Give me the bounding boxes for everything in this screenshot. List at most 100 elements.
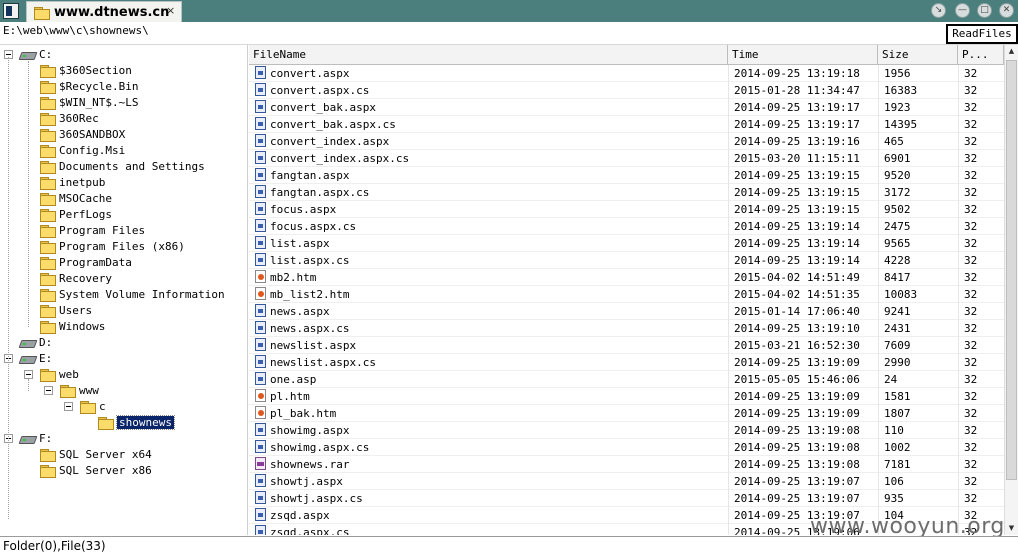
tree-folder[interactable]: PerfLogs [0, 207, 247, 223]
column-separator [728, 65, 729, 82]
read-files-button[interactable]: ReadFiles [946, 24, 1018, 44]
tree-folder[interactable]: System Volume Information [0, 287, 247, 303]
file-name: convert_index.aspx [270, 135, 390, 148]
tree-drive-c[interactable]: C: [0, 47, 247, 63]
folder-icon [40, 241, 56, 254]
collapse-icon[interactable] [24, 370, 33, 379]
file-row[interactable]: convert_bak.aspx.cs 2014-09-25 13:19:17 14… [249, 116, 1004, 133]
column-header-p[interactable]: P... [958, 45, 1004, 64]
file-row[interactable]: pl_bak.htm 2014-09-25 13:19:09 1807 32 [249, 405, 1004, 422]
column-separator [878, 405, 879, 422]
file-row[interactable]: showimg.aspx 2014-09-25 13:19:08 110 32 [249, 422, 1004, 439]
file-row[interactable]: newslist.aspx 2015-03-21 16:52:30 7609 32 [249, 337, 1004, 354]
tree-folder[interactable]: Windows [0, 319, 247, 335]
file-row[interactable]: convert_index.aspx 2014-09-25 13:19:16 465… [249, 133, 1004, 150]
file-size: 106 [884, 475, 904, 488]
drive-icon [20, 338, 36, 348]
column-header-size[interactable]: Size [878, 45, 958, 64]
tree-folder[interactable]: $WIN_NT$.~LS [0, 95, 247, 111]
column-separator [728, 116, 729, 133]
aspx-icon [255, 219, 266, 232]
file-row[interactable]: showtj.aspx.cs 2014-09-25 13:19:07 935 32 [249, 490, 1004, 507]
column-separator [878, 473, 879, 490]
tree-folder[interactable]: Config.Msi [0, 143, 247, 159]
file-time: 2014-09-25 13:19:09 [734, 407, 860, 420]
file-permission: 32 [964, 492, 978, 505]
tree-folder[interactable]: Program Files (x86) [0, 239, 247, 255]
file-row[interactable]: fangtan.aspx 2014-09-25 13:19:15 9520 32 [249, 167, 1004, 184]
file-row[interactable]: focus.aspx 2014-09-25 13:19:15 9502 32 [249, 201, 1004, 218]
file-row[interactable]: pl.htm 2014-09-25 13:19:09 1581 32 [249, 388, 1004, 405]
tree-folder[interactable]: inetpub [0, 175, 247, 191]
file-row[interactable]: newslist.aspx.cs 2014-09-25 13:19:09 2990 3… [249, 354, 1004, 371]
folder-icon [40, 145, 56, 158]
tree-folder[interactable]: ProgramData [0, 255, 247, 271]
scroll-up-icon[interactable]: ▲ [1005, 45, 1018, 58]
file-row[interactable]: news.aspx 2015-01-14 17:06:40 9241 32 [249, 303, 1004, 320]
collapse-icon[interactable] [44, 386, 53, 395]
file-time: 2014-09-25 13:19:09 [734, 390, 860, 403]
file-permission: 32 [964, 220, 978, 233]
app-menu-icon[interactable] [3, 3, 19, 19]
column-header-time[interactable]: Time [728, 45, 878, 64]
tree-folder[interactable]: Program Files [0, 223, 247, 239]
file-row[interactable]: shownews.rar 2014-09-25 13:19:08 7181 32 [249, 456, 1004, 473]
file-row[interactable]: fangtan.aspx.cs 2014-09-25 13:19:15 3172 32 [249, 184, 1004, 201]
file-row[interactable]: list.aspx.cs 2014-09-25 13:19:14 4228 32 [249, 252, 1004, 269]
tree-folder[interactable]: Recovery [0, 271, 247, 287]
tree-drive-e[interactable]: E: [0, 351, 247, 367]
file-row[interactable]: convert.aspx.cs 2015-01-28 11:34:47 16383 3… [249, 82, 1004, 99]
maximize-button[interactable]: □ [977, 3, 992, 18]
file-row[interactable]: mb_list2.htm 2015-04-02 14:51:35 10083 32 [249, 286, 1004, 303]
tree-item-label: E: [39, 352, 53, 365]
tree-folder[interactable]: $360Section [0, 63, 247, 79]
file-row[interactable]: news.aspx.cs 2014-09-25 13:19:10 2431 32 [249, 320, 1004, 337]
tree-folder[interactable]: MSOCache [0, 191, 247, 207]
file-row[interactable]: showtj.aspx 2014-09-25 13:19:07 106 32 [249, 473, 1004, 490]
collapse-icon[interactable] [64, 402, 73, 411]
tree-drive-f[interactable]: F: [0, 431, 247, 447]
minimize-button[interactable]: — [955, 3, 970, 18]
column-separator [878, 337, 879, 354]
file-row[interactable]: showimg.aspx.cs 2014-09-25 13:19:08 1002 32 [249, 439, 1004, 456]
file-row[interactable]: convert_bak.aspx 2014-09-25 13:19:17 1923 3… [249, 99, 1004, 116]
browser-tab[interactable]: www.dtnews.cn × [26, 1, 182, 22]
tree-folder[interactable]: Documents and Settings [0, 159, 247, 175]
scroll-thumb[interactable] [1006, 60, 1017, 480]
file-permission: 32 [964, 169, 978, 182]
tree-folder[interactable]: Users [0, 303, 247, 319]
tree-folder[interactable]: 360SANDBOX [0, 127, 247, 143]
file-row[interactable]: focus.aspx.cs 2014-09-25 13:19:14 2475 32 [249, 218, 1004, 235]
tree-item-label: SQL Server x64 [59, 448, 152, 461]
tree-folder-web[interactable]: web [0, 367, 247, 383]
tree-folder-c[interactable]: c [0, 399, 247, 415]
close-button[interactable]: ✕ [999, 3, 1014, 18]
tab-close-button[interactable]: × [166, 4, 175, 17]
tree-folder[interactable]: $Recycle.Bin [0, 79, 247, 95]
column-separator [878, 422, 879, 439]
file-row[interactable]: mb2.htm 2015-04-02 14:51:49 8417 32 [249, 269, 1004, 286]
file-permission: 32 [964, 390, 978, 403]
scroll-down-icon[interactable]: ▼ [1005, 522, 1018, 535]
tree-folder-shownews[interactable]: shownews [0, 415, 247, 431]
aspx-icon [255, 304, 266, 317]
column-separator [728, 337, 729, 354]
file-row[interactable]: one.asp 2015-05-05 15:46:06 24 32 [249, 371, 1004, 388]
path-input[interactable]: E:\web\www\c\shownews\ [3, 24, 149, 37]
file-name: convert_index.aspx.cs [270, 152, 410, 165]
tree-folder[interactable]: 360Rec [0, 111, 247, 127]
tree-folder[interactable]: SQL Server x86 [0, 463, 247, 479]
file-row[interactable]: list.aspx 2014-09-25 13:19:14 9565 32 [249, 235, 1004, 252]
tree-folder[interactable]: SQL Server x64 [0, 447, 247, 463]
file-row[interactable]: convert_index.aspx.cs 2015-03-20 11:15:11… [249, 150, 1004, 167]
vertical-scrollbar[interactable]: ▲ ▼ [1004, 45, 1018, 535]
column-separator [958, 371, 959, 388]
tree-folder-www[interactable]: www [0, 383, 247, 399]
file-time: 2014-09-25 13:19:10 [734, 322, 860, 335]
tree-drive-d[interactable]: D: [0, 335, 247, 351]
file-row[interactable]: convert.aspx 2014-09-25 13:19:18 1956 32 [249, 65, 1004, 82]
column-separator [878, 133, 879, 150]
column-header-filename[interactable]: FileName [249, 45, 728, 64]
restore-icon[interactable]: ↘ [931, 3, 946, 18]
tree-guide-line [28, 379, 29, 391]
